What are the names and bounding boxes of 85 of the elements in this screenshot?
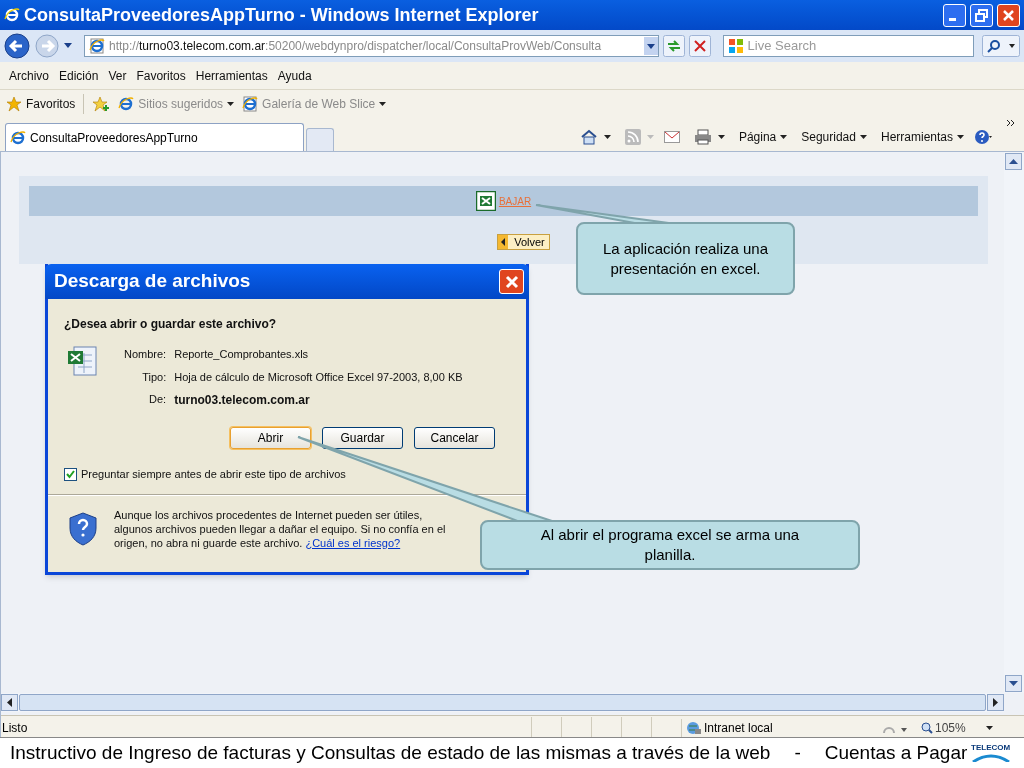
windows-logo-icon — [727, 38, 744, 54]
spreadsheet-icon — [475, 191, 496, 211]
dropdown-caret-icon[interactable] — [643, 37, 658, 55]
field-label: Tipo: — [141, 369, 167, 385]
menu-item[interactable]: Herramientas — [190, 66, 273, 85]
page-icon — [242, 96, 259, 112]
search-button[interactable] — [982, 35, 1020, 57]
risk-link[interactable]: ¿Cuál es el riesgo? — [305, 536, 401, 549]
back-button[interactable] — [4, 33, 30, 59]
close-icon — [504, 274, 519, 289]
url-text: http://turno03.telecom.com.ar:50200/webdynpro/dispatcher/local/ConsultaProvWeb/Consulta — [109, 38, 603, 55]
window-title: ConsultaProveedoresAppTurno - Windows Internet Explorer — [24, 3, 540, 27]
restore-button[interactable] — [970, 3, 993, 27]
scroll-right-icon[interactable] — [987, 694, 1004, 711]
help-icon[interactable] — [974, 129, 992, 145]
dialog-button[interactable]: Abrir — [230, 427, 311, 449]
arc-icon — [970, 752, 1011, 762]
add-favorite-icon[interactable] — [92, 96, 111, 112]
ie-icon — [10, 129, 26, 146]
scroll-up-icon[interactable] — [1005, 153, 1023, 170]
command-menu[interactable]: Seguridad — [801, 128, 867, 146]
dialog-question: ¿Desea abrir o guardar este archivo? — [64, 316, 278, 333]
home-icon[interactable] — [579, 129, 598, 145]
search-field[interactable]: Live Search — [722, 35, 974, 57]
restore-icon — [975, 8, 988, 22]
menu-item[interactable]: Favoritos — [131, 66, 191, 85]
spreadsheet-file-icon — [66, 345, 98, 377]
callout-note: Al abrir el programa excel se arma una planilla. — [480, 520, 860, 570]
field-value: Hoja de cálculo de Microsoft Office Excel 97-2003, 8,00 KB — [174, 369, 463, 385]
caret-icon[interactable] — [717, 135, 725, 139]
checkbox[interactable] — [64, 467, 77, 481]
close-button[interactable] — [997, 3, 1020, 27]
caret-icon[interactable] — [603, 135, 611, 139]
dialog-button[interactable]: Guardar — [322, 427, 403, 449]
status-text: Listo — [1, 720, 29, 737]
vertical-scrollbar[interactable] — [1004, 152, 1024, 693]
minimize-button[interactable] — [943, 3, 966, 27]
logo-text: TELECOM — [971, 744, 1011, 752]
checkbox-label: Preguntar siempre antes de abrir este tipo de archivos — [81, 467, 346, 482]
command-menu[interactable]: Herramientas — [880, 128, 964, 146]
star-icon — [6, 96, 22, 112]
address-field[interactable]: http://turno03.telecom.com.ar:50200/webdynpro/dispatcher/local/ConsultaProvWeb/Consulta — [84, 35, 659, 57]
chevron-icon[interactable] — [1006, 119, 1016, 127]
caret-icon — [780, 135, 788, 139]
menu-item[interactable]: Archivo — [4, 66, 54, 85]
menu-item[interactable]: Ayuda — [272, 66, 317, 85]
footer-section: Cuentas a Pagar — [824, 738, 968, 768]
close-icon — [1002, 8, 1015, 22]
back-button[interactable]: Volver — [497, 234, 550, 250]
caret-icon — [985, 726, 993, 730]
printer-icon[interactable] — [693, 129, 712, 145]
field-value: Reporte_Comprobantes.xls — [174, 347, 310, 362]
shield-icon — [68, 511, 98, 546]
field-value: turno03.telecom.com.ar — [174, 392, 311, 409]
browser-tab[interactable]: ConsultaProveedoresAppTurno — [5, 123, 304, 151]
caret-icon — [957, 135, 964, 139]
footer-text: Instructivo de Ingreso de facturas y Consultas de estado de las mismas a través de la web — [10, 740, 771, 765]
scroll-down-icon[interactable] — [1005, 675, 1023, 692]
dialog-title: Descarga de archivos — [54, 269, 252, 294]
caret-icon — [859, 135, 867, 139]
field-label: De: — [148, 392, 167, 407]
menu-item[interactable]: Edición — [54, 66, 104, 85]
minimize-icon — [949, 17, 956, 21]
globe-icon — [686, 721, 702, 735]
dialog-button[interactable]: Cancelar — [414, 427, 495, 449]
warning-text: Aunque los archivos procedentes de Internet pueden ser útiles, algunos archivos pueden llegar a dañar el equipo. Si no confía en el origen, no abra ni guarde este archivo. ¿Cuál es el riesgo? — [114, 507, 447, 550]
page-icon — [89, 38, 105, 54]
caret-icon — [379, 102, 387, 106]
left-arrow-icon — [498, 235, 509, 249]
menu-item[interactable]: Ver — [103, 66, 132, 85]
ie-icon — [4, 7, 20, 23]
search-input[interactable]: Live Search — [747, 36, 973, 56]
magnifier-icon — [921, 722, 933, 734]
caret-icon — [227, 102, 235, 106]
history-caret-icon[interactable] — [64, 43, 72, 49]
field-label: Nombre: — [124, 347, 167, 362]
scroll-left-icon[interactable] — [1, 694, 18, 711]
ie-icon — [118, 96, 135, 112]
favorites-button[interactable]: Favoritos — [6, 95, 76, 113]
close-button[interactable] — [499, 269, 524, 294]
mail-icon[interactable] — [663, 131, 680, 143]
footer-separator: - — [794, 740, 801, 765]
command-menu[interactable]: Página — [738, 128, 788, 146]
zoom-button[interactable]: 105% — [921, 719, 993, 737]
stop-button[interactable] — [688, 35, 711, 57]
